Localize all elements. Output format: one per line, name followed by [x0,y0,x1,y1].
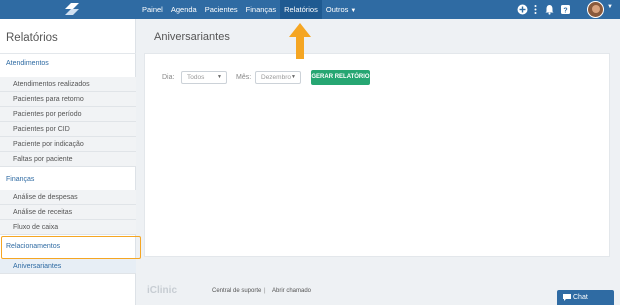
highlight-box [1,236,141,259]
dia-select-value: Todos [187,74,205,81]
dia-select[interactable]: Todos ▼ [181,71,227,84]
nav-relatorios[interactable]: Relatórios [280,0,322,19]
chevron-down-icon: ▼ [291,74,296,80]
nav-pacientes[interactable]: Pacientes [201,0,242,19]
sidebar-item-pacientes-por-periodo[interactable]: Pacientes por período [0,107,136,122]
sidebar-item-fluxo-de-caixa[interactable]: Fluxo de caixa [0,220,136,235]
sidebar-item-faltas-por-paciente[interactable]: Faltas por paciente [0,152,136,167]
avatar-chevron-down-icon[interactable]: ▼ [607,4,613,10]
footer-separator: | [264,288,266,294]
svg-text:?: ? [563,7,567,14]
mes-select-value: Dezembro [261,74,291,81]
app-logo-icon[interactable] [64,2,80,16]
sidebar-item-paciente-por-indicacao[interactable]: Paciente por indicação [0,137,136,152]
top-navbar: Painel Agenda Pacientes Finanças Relatór… [0,0,620,19]
nav-financas[interactable]: Finanças [242,0,280,19]
more-vertical-icon[interactable] [530,4,541,15]
mes-label: Mês: [236,74,252,81]
chat-label: Chat [573,294,588,301]
sidebar-item-analise-de-despesas[interactable]: Análise de despesas [0,190,136,205]
arrow-up-icon [289,23,311,59]
add-circle-icon[interactable] [517,4,528,15]
open-ticket-link[interactable]: Abrir chamado [272,288,311,294]
chat-button[interactable]: Chat [557,290,614,305]
section-heading-financas: Finanças [6,176,35,183]
nav-painel[interactable]: Painel [138,0,167,19]
chevron-down-icon: ▼ [217,74,222,80]
generate-report-button[interactable]: GERAR RELATÓRIO [311,70,370,85]
main-nav: Painel Agenda Pacientes Finanças Relatór… [138,0,360,19]
user-avatar[interactable] [587,1,604,18]
nav-outros-label: Outros [325,5,349,14]
footer-logo: iClinic [147,285,177,296]
bell-icon[interactable] [544,4,555,15]
dia-label: Dia: [162,74,175,81]
chevron-down-icon: ▼ [350,8,357,14]
mes-select[interactable]: Dezembro ▼ [255,71,301,84]
sidebar-title: Relatórios [6,32,58,44]
sidebar-item-pacientes-para-retorno[interactable]: Pacientes para retorno [0,92,136,107]
chat-bubble-icon [563,294,571,301]
sidebar-item-atendimentos-realizados[interactable]: Atendimentos realizados [0,77,136,92]
support-link[interactable]: Central de suporte [212,288,261,294]
sidebar-item-aniversariantes[interactable]: Aniversariantes [0,259,136,274]
sidebar-divider [0,53,136,54]
help-icon[interactable]: ? [560,4,571,15]
sidebar: Relatórios Atendimentos Atendimentos rea… [0,19,136,305]
nav-agenda[interactable]: Agenda [167,0,201,19]
nav-outros[interactable]: Outros ▼ [322,0,360,19]
sidebar-item-pacientes-por-cid[interactable]: Pacientes por CID [0,122,136,137]
page-title: Aniversariantes [154,31,230,43]
sidebar-item-analise-de-receitas[interactable]: Análise de receitas [0,205,136,220]
footer-logo-text: iClinic [147,285,178,296]
section-heading-atendimentos: Atendimentos [6,60,49,67]
